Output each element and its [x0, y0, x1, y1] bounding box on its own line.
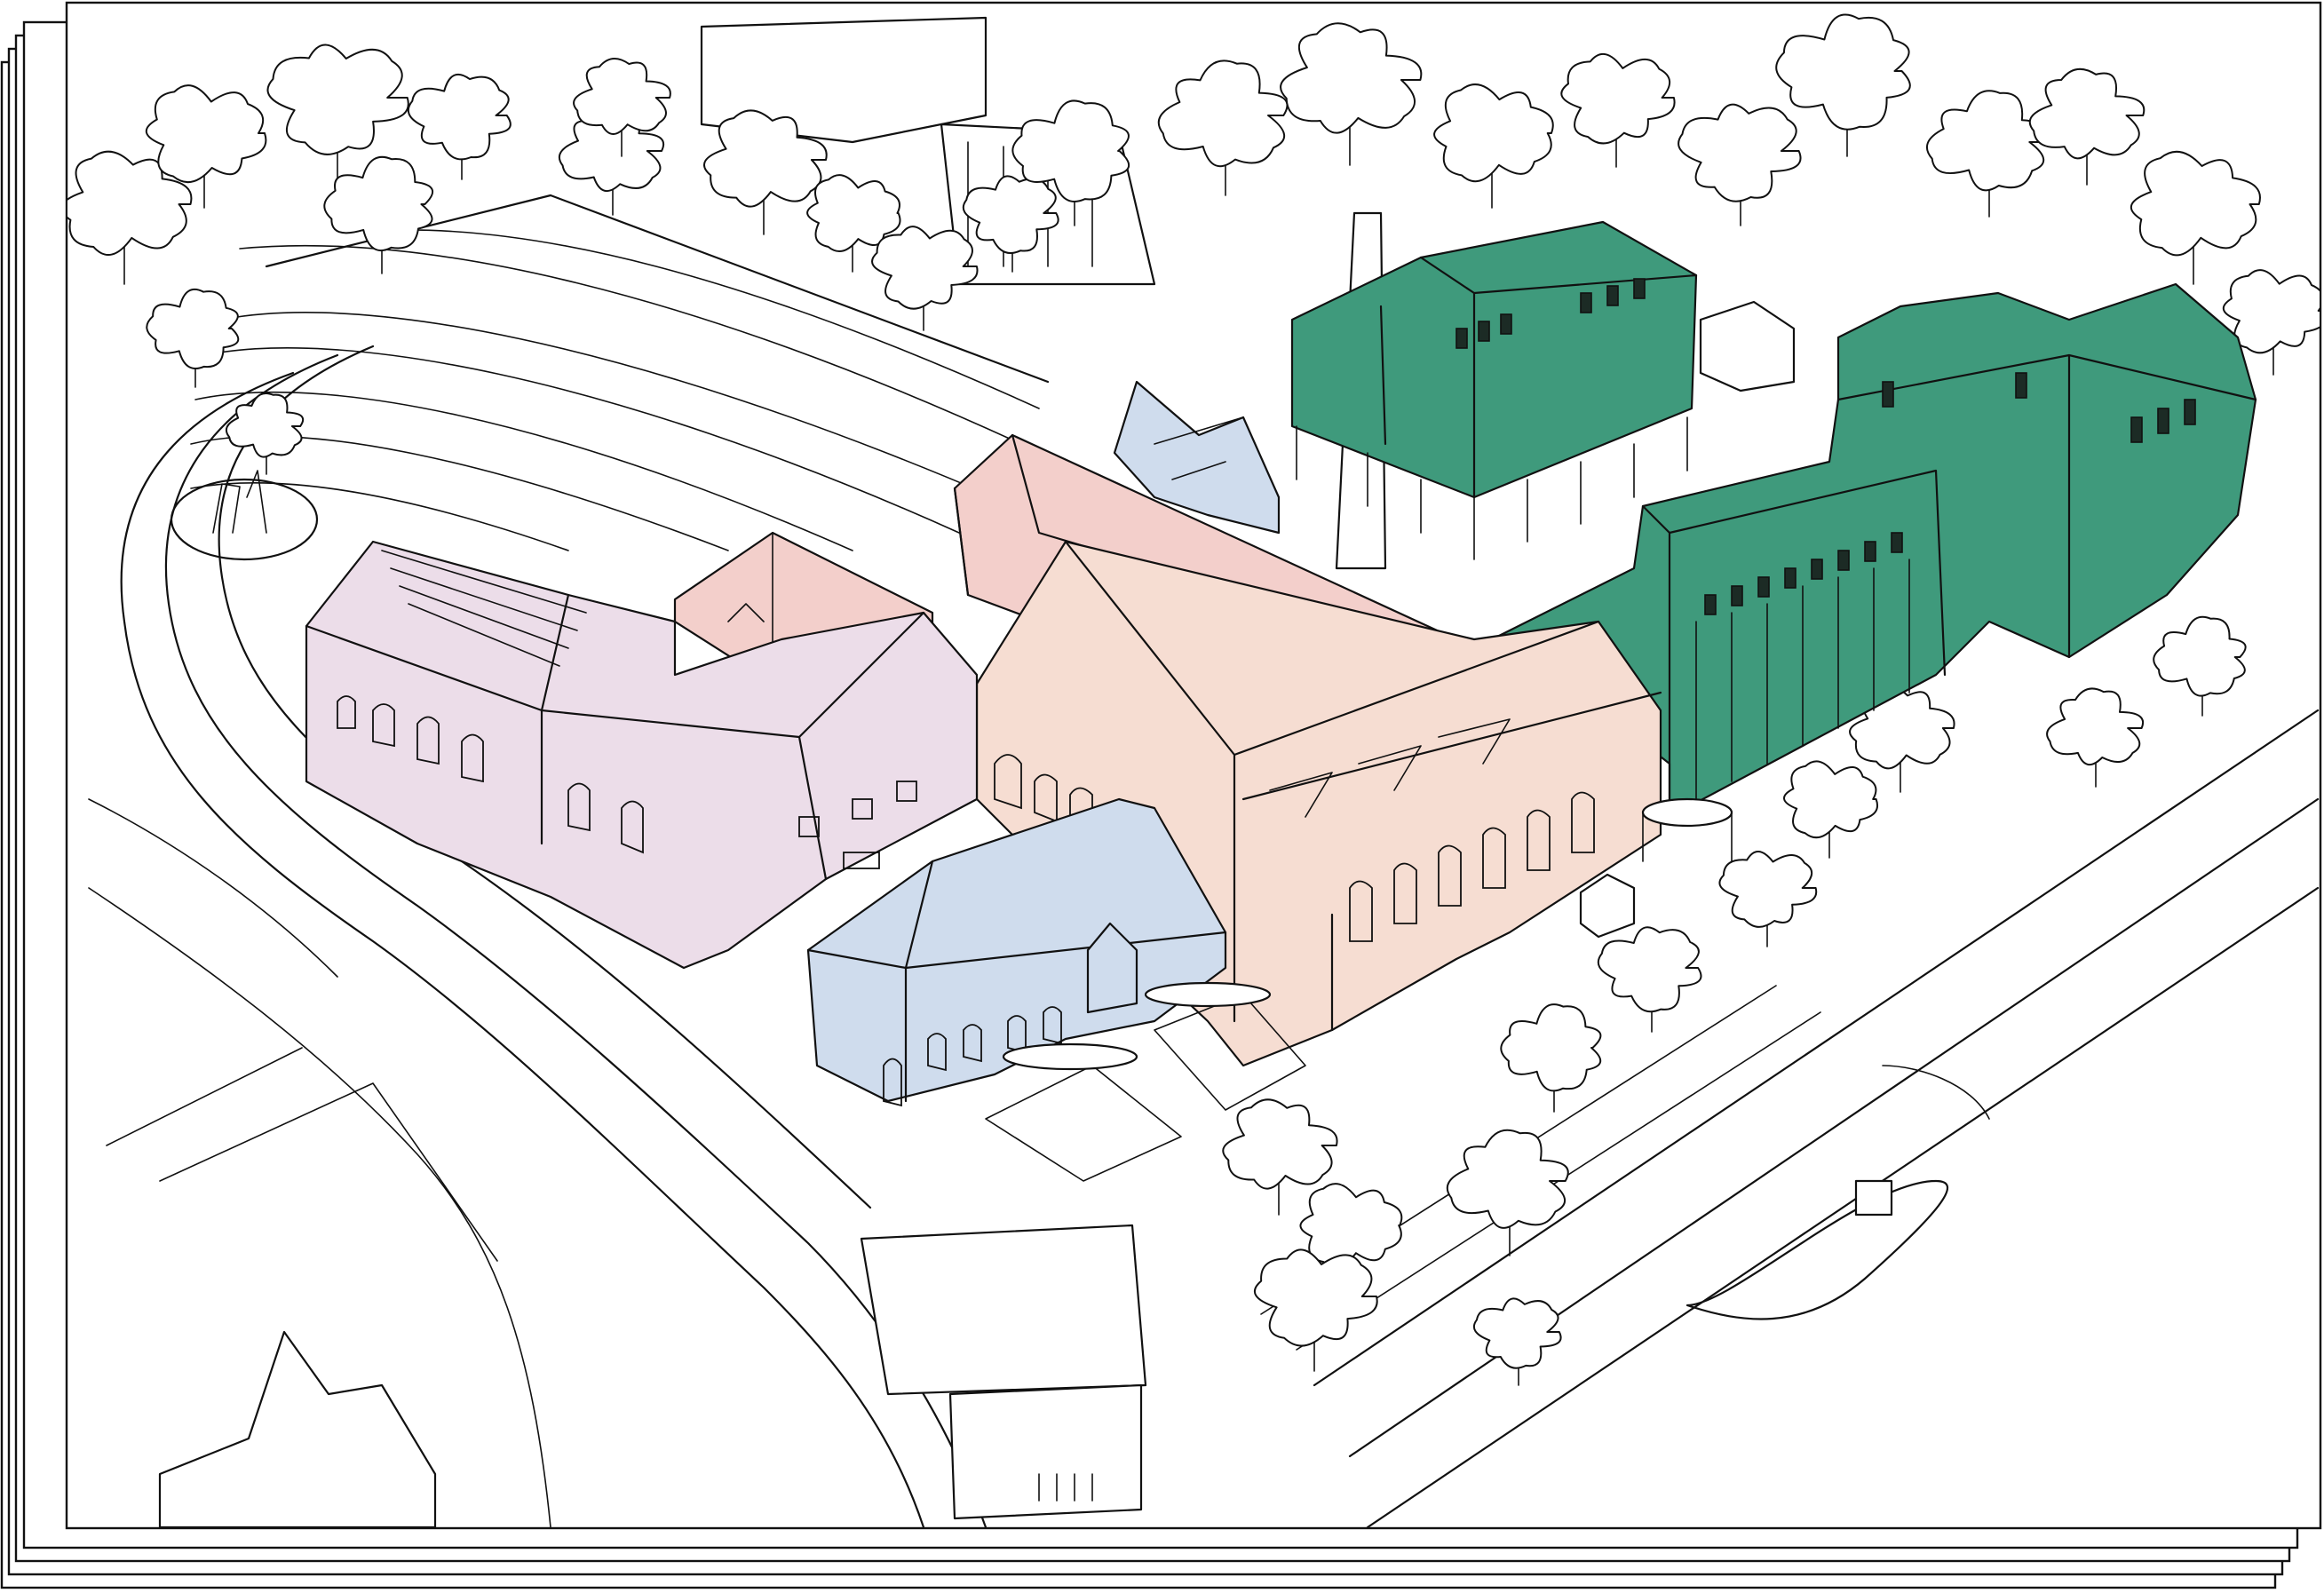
window — [1633, 278, 1646, 299]
window — [1864, 541, 1876, 562]
window — [1580, 292, 1592, 313]
window — [2184, 399, 2196, 425]
window — [1731, 585, 1743, 606]
small-kiosk — [1854, 1179, 1893, 1217]
window — [1837, 550, 1850, 571]
window — [2157, 408, 2169, 434]
window — [1455, 328, 1468, 349]
window — [1478, 321, 1490, 342]
pavilion-base — [948, 1383, 1143, 1520]
window — [1882, 381, 1894, 408]
window — [1606, 285, 1619, 306]
window — [2130, 416, 2143, 443]
window — [1757, 576, 1770, 598]
sketch-canvas — [0, 0, 2324, 1593]
window — [1704, 594, 1717, 615]
parasol-1 — [1002, 1042, 1138, 1071]
window — [1500, 313, 1512, 335]
window — [2015, 372, 2027, 399]
window — [1811, 559, 1823, 580]
window — [1784, 567, 1797, 589]
parasol-2 — [1144, 981, 1272, 1008]
pavilion-roof — [860, 1224, 1147, 1396]
window — [1891, 532, 1903, 553]
kiosk-top — [1641, 797, 1733, 828]
site-sketch — [0, 1, 2322, 1589]
